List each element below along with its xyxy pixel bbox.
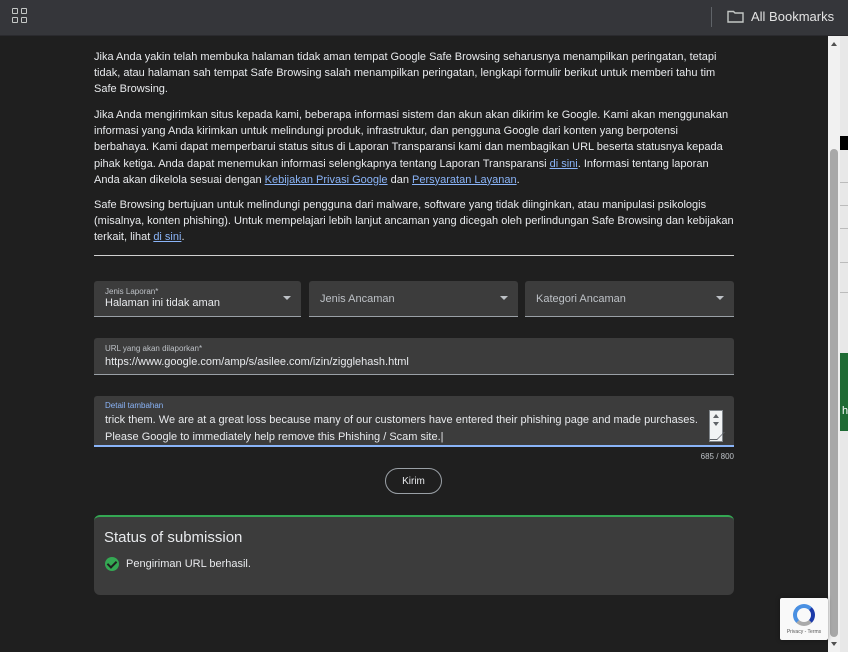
details-textarea[interactable]: Detail tambahan trick them. We are at a … [94,396,734,447]
scroll-up-icon[interactable] [831,42,837,46]
details-label: Detail tambahan [105,401,164,410]
intro-paragraph: Jika Anda yakin telah membuka halaman ti… [94,51,717,96]
arrow-down-icon [713,422,719,426]
textarea-resize-handle[interactable] [709,410,725,442]
vertical-scrollbar[interactable] [828,36,840,652]
recaptcha-badge[interactable]: Privacy - Terms [780,598,828,640]
threat-category-placeholder: Kategori Ancaman [536,293,626,305]
report-type-label: Jenis Laporan* [105,287,159,296]
status-row: Pengiriman URL berhasil. [105,557,251,571]
background-window-bar [840,136,848,150]
page-viewport: Jika Anda yakin telah membuka halaman ti… [0,36,828,652]
threat-type-placeholder: Jenis Ancaman [320,293,395,305]
scroll-down-icon[interactable] [831,642,837,646]
details-value: trick them. We are at a great loss becau… [105,414,698,443]
chevron-down-icon [283,296,291,300]
all-bookmarks-button[interactable]: All Bookmarks [727,6,834,26]
url-value: https://www.google.com/amp/s/asilee.com/… [105,356,409,368]
threat-type-select[interactable]: Jenis Ancaman [309,281,518,317]
background-partial-text: h [842,405,848,417]
folder-icon [727,10,744,23]
report-type-select[interactable]: Jenis Laporan* Halaman ini tidak aman [94,281,301,317]
safe-browsing-paragraph: Safe Browsing bertujuan untuk melindungi… [94,199,734,244]
threat-category-select[interactable]: Kategori Ancaman [525,281,734,317]
report-type-value: Halaman ini tidak aman [105,297,220,309]
character-counter: 685 / 800 [700,452,734,461]
scrollbar-thumb[interactable] [830,149,838,637]
background-line [840,205,848,206]
bookmarks-divider [711,7,712,27]
url-label: URL yang akan dilaporkan* [105,344,203,353]
status-title: Status of submission [104,529,243,546]
submit-button[interactable]: Kirim [385,468,442,494]
background-green-panel [840,353,848,431]
terms-of-service-link[interactable]: Persyaratan Layanan [412,174,517,186]
background-line [840,182,848,183]
recaptcha-links[interactable]: Privacy - Terms [780,629,828,635]
section-divider [94,255,734,256]
background-line [840,292,848,293]
chevron-down-icon [716,296,724,300]
url-input[interactable]: URL yang akan dilaporkan* https://www.go… [94,338,734,375]
status-message: Pengiriman URL berhasil. [126,558,251,570]
resize-grip-icon [709,432,725,440]
privacy-paragraph: Jika Anda mengirimkan situs kepada kami,… [94,109,729,186]
apps-grid-icon[interactable] [12,8,28,24]
safe-browsing-info-link[interactable]: di sini [153,231,181,243]
bookmarks-bar: All Bookmarks [0,0,848,36]
chevron-down-icon [500,296,508,300]
check-circle-icon [105,557,119,571]
background-line [840,262,848,263]
transparency-report-link[interactable]: di sini [550,158,578,170]
arrow-up-icon [713,414,719,418]
background-window-edge [840,36,848,652]
all-bookmarks-label: All Bookmarks [751,8,835,24]
submission-status-card: Status of submission Pengiriman URL berh… [94,515,734,595]
privacy-policy-link[interactable]: Kebijakan Privasi Google [265,174,388,186]
recaptcha-logo-icon [793,604,815,626]
background-line [840,228,848,229]
